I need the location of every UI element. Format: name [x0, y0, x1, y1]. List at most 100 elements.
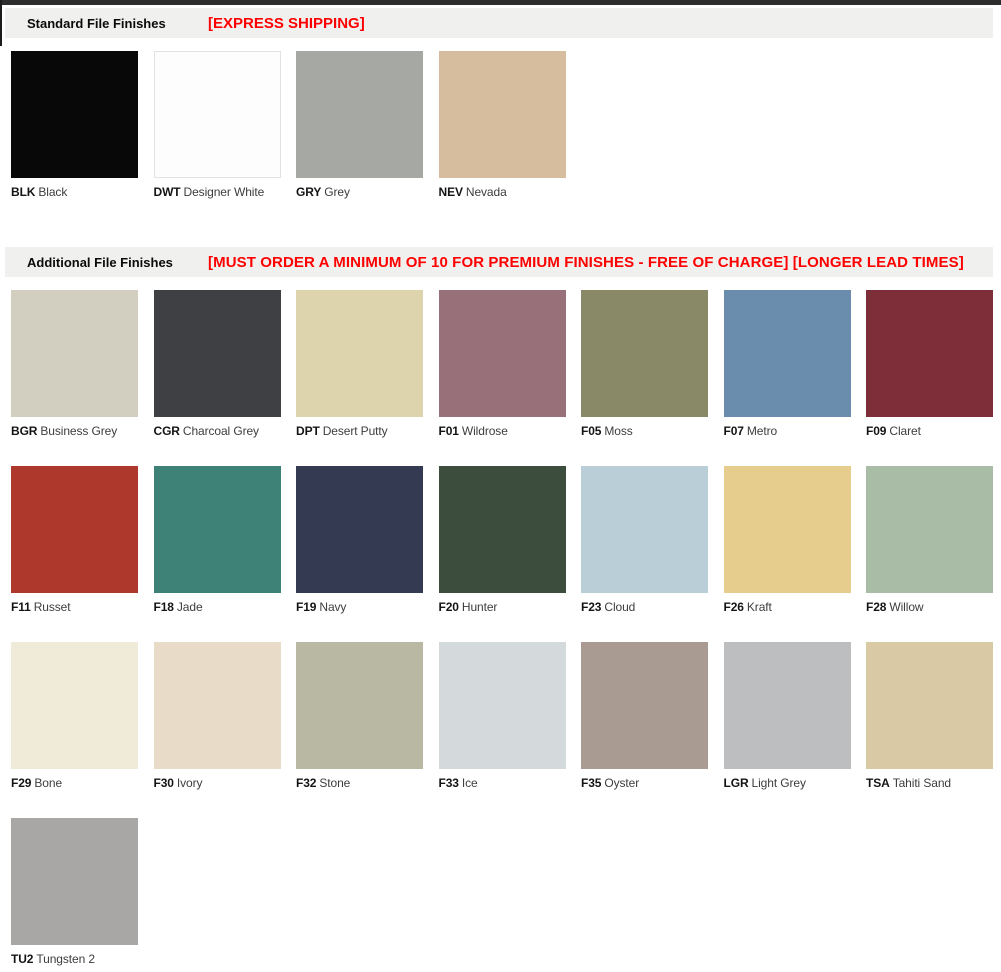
swatch-tile[interactable]: [154, 642, 281, 769]
swatch-f23[interactable]: F23Cloud: [581, 466, 724, 642]
swatch-label: F11Russet: [11, 600, 154, 614]
swatch-name: Tahiti Sand: [893, 776, 951, 790]
swatch-code: TSA: [866, 776, 890, 790]
swatch-tile[interactable]: [439, 290, 566, 417]
swatch-code: F19: [296, 600, 316, 614]
swatch-blk[interactable]: BLKBlack: [11, 51, 154, 227]
swatch-name: Moss: [604, 424, 632, 438]
swatch-f05[interactable]: F05Moss: [581, 290, 724, 466]
swatch-f26[interactable]: F26Kraft: [724, 466, 867, 642]
swatch-bgr[interactable]: BGRBusiness Grey: [11, 290, 154, 466]
swatch-code: F05: [581, 424, 601, 438]
swatch-label: F35Oyster: [581, 776, 724, 790]
swatch-tile[interactable]: [439, 51, 566, 178]
swatch-tile[interactable]: [581, 290, 708, 417]
swatch-f28[interactable]: F28Willow: [866, 466, 1001, 642]
swatch-f35[interactable]: F35Oyster: [581, 642, 724, 818]
swatch-code: DPT: [296, 424, 320, 438]
swatch-tile[interactable]: [724, 290, 851, 417]
swatch-code: F07: [724, 424, 744, 438]
swatch-name: Russet: [34, 600, 71, 614]
swatch-dpt[interactable]: DPTDesert Putty: [296, 290, 439, 466]
swatch-tile[interactable]: [154, 51, 281, 178]
standard-swatch-grid: BLKBlack DWTDesigner White GRYGrey NEVNe…: [11, 51, 1001, 227]
swatch-tile[interactable]: [154, 466, 281, 593]
section-note-minimum-order: [MUST ORDER A MINIMUM OF 10 FOR PREMIUM …: [208, 254, 964, 271]
swatch-tile[interactable]: [11, 51, 138, 178]
swatch-code: TU2: [11, 952, 33, 966]
swatch-label: TSATahiti Sand: [866, 776, 1001, 790]
swatch-lgr[interactable]: LGRLight Grey: [724, 642, 867, 818]
swatch-code: BLK: [11, 185, 35, 199]
section-header-standard: Standard File Finishes [EXPRESS SHIPPING…: [5, 8, 993, 38]
swatch-name: Bone: [34, 776, 62, 790]
swatch-tile[interactable]: [11, 290, 138, 417]
swatch-tile[interactable]: [11, 466, 138, 593]
swatch-tile[interactable]: [296, 51, 423, 178]
swatch-tile[interactable]: [296, 466, 423, 593]
swatch-tsa[interactable]: TSATahiti Sand: [866, 642, 1001, 818]
swatch-code: F01: [439, 424, 459, 438]
swatch-code: F20: [439, 600, 459, 614]
swatch-label: F29Bone: [11, 776, 154, 790]
swatch-label: F23Cloud: [581, 600, 724, 614]
swatch-code: F28: [866, 600, 886, 614]
swatch-code: F33: [439, 776, 459, 790]
swatch-name: Ice: [462, 776, 478, 790]
swatch-f33[interactable]: F33Ice: [439, 642, 582, 818]
swatch-name: Stone: [319, 776, 350, 790]
swatch-tile[interactable]: [866, 290, 993, 417]
swatch-f07[interactable]: F07Metro: [724, 290, 867, 466]
swatch-tile[interactable]: [724, 642, 851, 769]
swatch-tile[interactable]: [581, 642, 708, 769]
section-title-standard: Standard File Finishes: [27, 16, 166, 31]
swatch-tile[interactable]: [296, 290, 423, 417]
swatch-tile[interactable]: [439, 642, 566, 769]
swatch-label: GRYGrey: [296, 185, 439, 199]
swatch-label: DPTDesert Putty: [296, 424, 439, 438]
swatch-code: NEV: [439, 185, 463, 199]
swatch-f29[interactable]: F29Bone: [11, 642, 154, 818]
swatch-name: Wildrose: [462, 424, 508, 438]
swatch-tile[interactable]: [866, 466, 993, 593]
swatch-gry[interactable]: GRYGrey: [296, 51, 439, 227]
section-note-express-shipping: [EXPRESS SHIPPING]: [208, 15, 365, 32]
swatch-f19[interactable]: F19Navy: [296, 466, 439, 642]
swatch-f30[interactable]: F30Ivory: [154, 642, 297, 818]
swatch-tile[interactable]: [724, 466, 851, 593]
swatch-name: Black: [38, 185, 67, 199]
file-finishes-page: Standard File Finishes [EXPRESS SHIPPING…: [0, 0, 1001, 972]
swatch-tile[interactable]: [581, 466, 708, 593]
swatch-f32[interactable]: F32Stone: [296, 642, 439, 818]
swatch-name: Business Grey: [40, 424, 117, 438]
swatch-dwt[interactable]: DWTDesigner White: [154, 51, 297, 227]
swatch-name: Charcoal Grey: [183, 424, 259, 438]
swatch-name: Tungsten 2: [36, 952, 95, 966]
swatch-f18[interactable]: F18Jade: [154, 466, 297, 642]
swatch-nev[interactable]: NEVNevada: [439, 51, 582, 227]
swatch-tu2[interactable]: TU2Tungsten 2: [11, 818, 154, 972]
swatch-tile[interactable]: [154, 290, 281, 417]
swatch-f09[interactable]: F09Claret: [866, 290, 1001, 466]
top-border-bar: [0, 0, 1001, 5]
swatch-tile[interactable]: [11, 818, 138, 945]
swatch-f11[interactable]: F11Russet: [11, 466, 154, 642]
swatch-code: F29: [11, 776, 31, 790]
swatch-code: F11: [11, 600, 31, 614]
swatch-f20[interactable]: F20Hunter: [439, 466, 582, 642]
swatch-name: Designer White: [184, 185, 265, 199]
swatch-code: LGR: [724, 776, 749, 790]
swatch-tile[interactable]: [439, 466, 566, 593]
swatch-tile[interactable]: [866, 642, 993, 769]
swatch-label: F05Moss: [581, 424, 724, 438]
swatch-name: Nevada: [466, 185, 507, 199]
swatch-tile[interactable]: [296, 642, 423, 769]
swatch-tile[interactable]: [11, 642, 138, 769]
swatch-cgr[interactable]: CGRCharcoal Grey: [154, 290, 297, 466]
swatch-name: Hunter: [462, 600, 497, 614]
swatch-label: LGRLight Grey: [724, 776, 867, 790]
swatch-f01[interactable]: F01Wildrose: [439, 290, 582, 466]
swatch-name: Metro: [747, 424, 777, 438]
swatch-label: BGRBusiness Grey: [11, 424, 154, 438]
swatch-label: CGRCharcoal Grey: [154, 424, 297, 438]
